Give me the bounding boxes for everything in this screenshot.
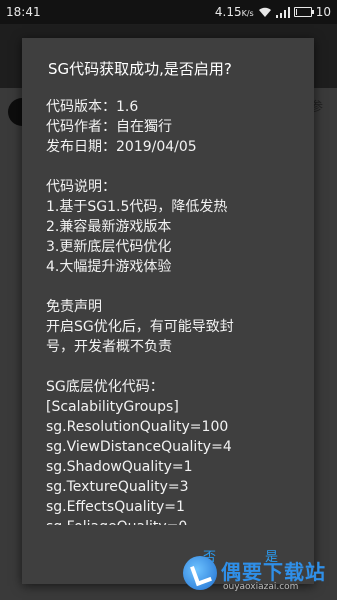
message-line: sg.ShadowQuality=1: [46, 459, 193, 475]
status-icons: 4.15K/s 10: [215, 5, 331, 19]
watermark-url: ouyaoxiazai.com: [223, 582, 299, 592]
confirm-dialog: SG代码获取成功,是否启用? 代码版本：1.6 代码作者：自在獨行发布日期：201…: [22, 38, 314, 584]
battery-level: 10: [315, 5, 331, 19]
message-line: 4.大幅提升游戏体验: [46, 259, 172, 275]
signal-icon: [275, 6, 290, 18]
message-line: 代码说明：: [46, 179, 116, 195]
watermark: 偶要下载站 ouyaoxiazai.com: [183, 554, 333, 596]
dialog-title: SG代码获取成功,是否启用?: [48, 60, 232, 78]
message-line: 号，开发者概不负责: [46, 339, 172, 355]
wifi-icon: [258, 7, 271, 17]
message-line: sg.EffectsQuality=1: [46, 499, 185, 515]
message-line: sg.ResolutionQuality=100: [46, 419, 229, 435]
message-line: 2.兼容最新游戏版本: [46, 219, 172, 235]
message-line: 3.更新底层代码优化: [46, 239, 172, 255]
status-time: 18:41: [6, 5, 41, 19]
message-line: sg.ViewDistanceQuality=4: [46, 439, 232, 455]
status-bar: 18:41 4.15K/s 10: [0, 0, 337, 24]
message-line: 代码版本：1.6: [46, 99, 139, 115]
message-line: [ScalabilityGroups]: [46, 399, 179, 415]
message-line: 免责声明: [46, 299, 102, 315]
message-line: 代码作者：自在獨行: [46, 119, 172, 135]
data-speed-text: 4.15K/s: [214, 5, 254, 19]
message-line: SG底层优化代码：: [46, 379, 164, 395]
message-line: 发布日期：2019/04/05: [46, 139, 197, 155]
watermark-text: 偶要下载站: [221, 560, 326, 584]
message-line: sg.TextureQuality=3: [46, 479, 189, 495]
message-line: 1.基于SG1.5代码，降低发热: [46, 199, 228, 215]
watermark-logo-icon: [183, 556, 217, 590]
dialog-message[interactable]: 代码版本：1.6 代码作者：自在獨行发布日期：2019/04/05 代码说明： 1.基…: [46, 97, 308, 525]
message-line: 开启SG优化后，有可能导致封: [46, 319, 234, 335]
message-line: sg.FoliageQuality=0: [46, 517, 308, 525]
battery-icon: [293, 7, 314, 17]
